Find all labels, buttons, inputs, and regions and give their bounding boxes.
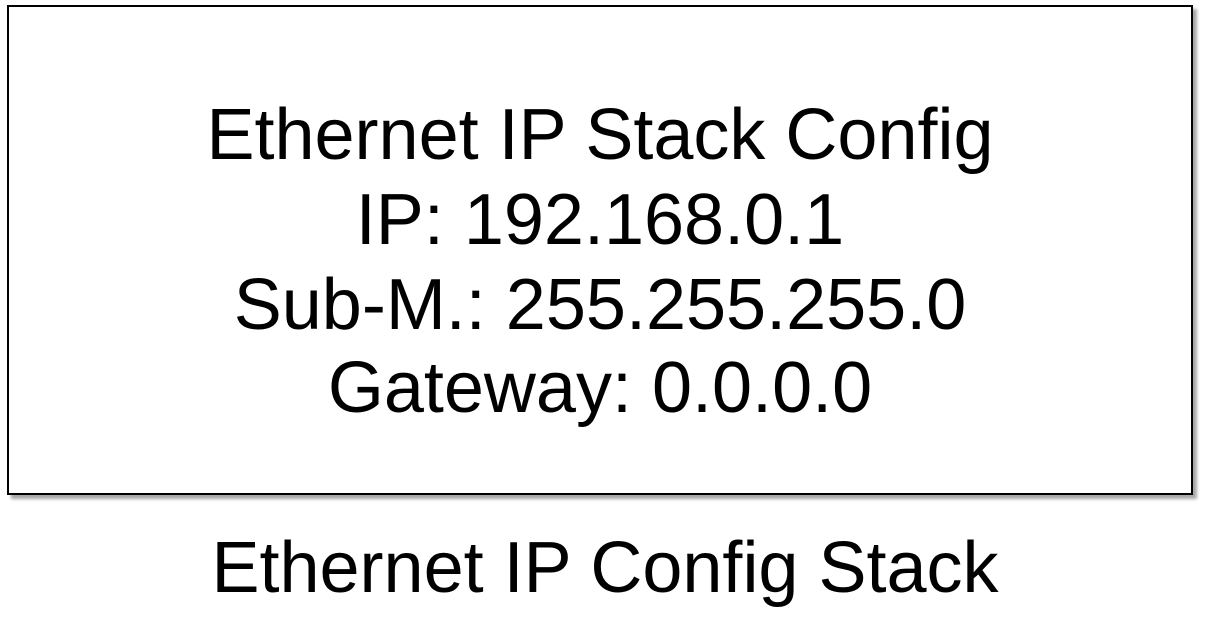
subnet-mask-line: Sub-M.: 255.255.255.0 [233, 265, 967, 345]
gateway-line: Gateway: 0.0.0.0 [327, 348, 873, 428]
config-box: Ethernet IP Stack Config IP: 192.168.0.1… [7, 5, 1193, 495]
ip-address-line: IP: 192.168.0.1 [355, 180, 845, 260]
caption: Ethernet IP Config Stack [211, 528, 999, 608]
box-title: Ethernet IP Stack Config [206, 95, 994, 175]
